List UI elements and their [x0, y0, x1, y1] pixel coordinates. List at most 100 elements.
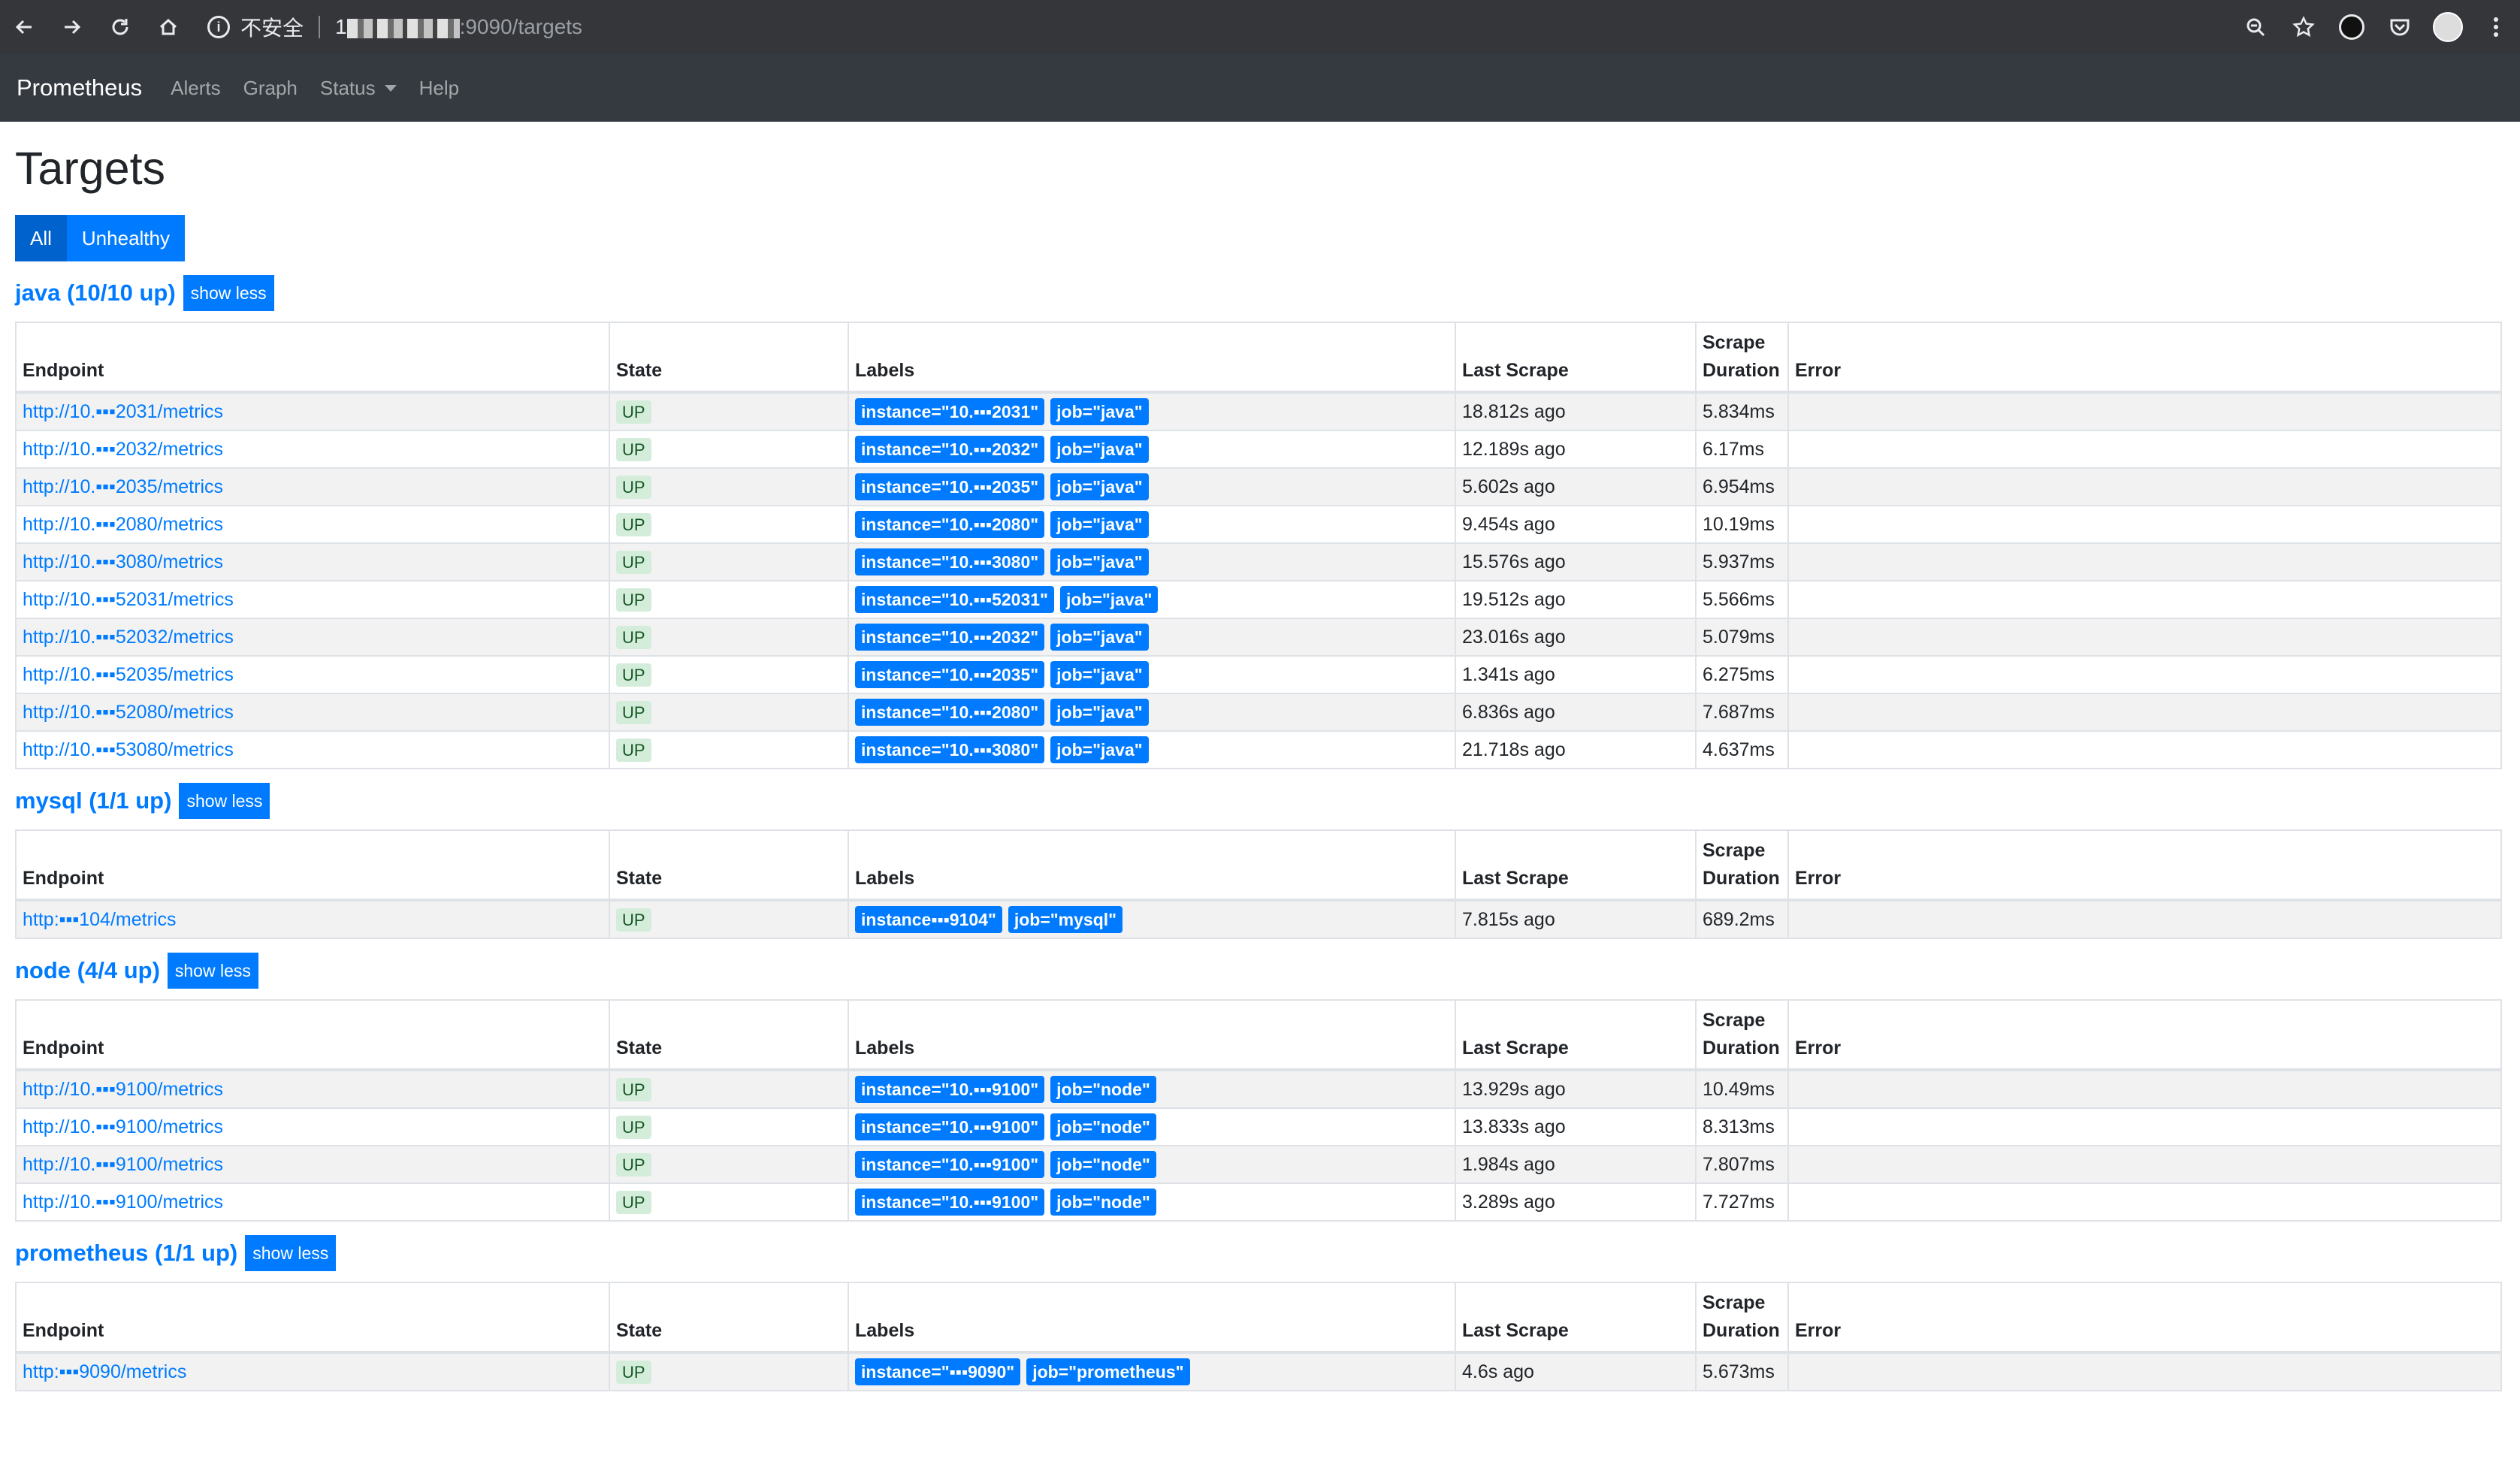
instance-label: instance="10.▪︎▪︎▪︎9100" — [855, 1189, 1045, 1216]
state-badge: UP — [616, 908, 651, 932]
pocket-icon[interactable] — [2376, 0, 2424, 54]
endpoint-link[interactable]: http://10.▪︎▪︎▪︎3080/metrics — [23, 551, 223, 572]
reload-icon[interactable] — [96, 0, 144, 54]
zoom-icon[interactable] — [2231, 0, 2280, 54]
state-cell: UP — [609, 655, 849, 694]
job-label: job="prometheus" — [1026, 1358, 1190, 1385]
labels-cell: instance="10.▪︎▪︎▪︎2035" job="java" — [848, 655, 1456, 694]
job-header: java (10/10 up) show less — [15, 275, 2505, 311]
endpoint-link[interactable]: http://10.▪︎▪︎▪︎9100/metrics — [23, 1079, 223, 1100]
nav-help[interactable]: Help — [419, 77, 459, 100]
endpoint-cell: http://10.▪︎▪︎▪︎9100/metrics — [15, 1145, 610, 1184]
job-label: job="java" — [1050, 624, 1149, 651]
table-row: http:▪︎▪︎▪︎104/metrics UP instance▪︎▪︎▪︎91… — [15, 899, 2502, 939]
show-less-button[interactable]: show less — [183, 275, 274, 311]
show-less-button[interactable]: show less — [245, 1235, 337, 1271]
last-scrape-cell: 21.718s ago — [1455, 730, 1697, 769]
endpoint-link[interactable]: http:▪︎▪︎▪︎104/metrics — [23, 909, 176, 930]
brand-link[interactable]: Prometheus — [17, 74, 142, 101]
last-scrape-cell: 6.836s ago — [1455, 693, 1697, 732]
last-scrape-cell: 7.815s ago — [1455, 899, 1697, 939]
labels-cell: instance="10.▪︎▪︎▪︎52031" job="java" — [848, 580, 1456, 619]
col-last-scrape: Last Scrape — [1455, 829, 1697, 902]
bookmark-star-icon[interactable] — [2280, 0, 2328, 54]
endpoint-link[interactable]: http://10.▪︎▪︎▪︎2080/metrics — [23, 514, 223, 535]
chevron-down-icon — [384, 84, 397, 92]
scrape-duration-cell: 4.637ms — [1695, 730, 1789, 769]
state-cell: UP — [609, 580, 849, 619]
job-title-link[interactable]: prometheus (1/1 up) — [15, 1240, 237, 1267]
endpoint-link[interactable]: http://10.▪︎▪︎▪︎53080/metrics — [23, 739, 234, 760]
endpoint-link[interactable]: http://10.▪︎▪︎▪︎52035/metrics — [23, 664, 234, 685]
address-divider — [319, 16, 321, 38]
state-badge: UP — [616, 1190, 651, 1214]
endpoint-link[interactable]: http://10.▪︎▪︎▪︎2032/metrics — [23, 439, 223, 460]
job-title-link[interactable]: node (4/4 up) — [15, 957, 160, 984]
endpoint-link[interactable]: http:▪︎▪︎▪︎9090/metrics — [23, 1361, 186, 1382]
state-badge: UP — [616, 400, 651, 424]
browser-toolbar: i 不安全 1:9090/targets — [0, 0, 2520, 54]
back-icon[interactable] — [0, 0, 48, 54]
nav-graph[interactable]: Graph — [243, 77, 298, 100]
job-title-link[interactable]: java (10/10 up) — [15, 279, 176, 307]
filter-unhealthy-button[interactable]: Unhealthy — [66, 215, 185, 261]
last-scrape-cell: 18.812s ago — [1455, 391, 1697, 431]
extension-icon[interactable] — [2328, 0, 2376, 54]
job-title-link[interactable]: mysql (1/1 up) — [15, 787, 171, 814]
table-header-row: Endpoint State Labels Last Scrape Scrape Dur… — [15, 999, 2502, 1071]
address-bar[interactable]: i 不安全 1:9090/targets — [207, 12, 582, 42]
endpoint-cell: http://10.▪︎▪︎▪︎3080/metrics — [15, 542, 610, 581]
table-header-row: Endpoint State Labels Last Scrape Scrape Dur… — [15, 829, 2502, 902]
table-row: http://10.▪︎▪︎▪︎52035/metrics UP instance=… — [15, 655, 2502, 694]
show-less-button[interactable]: show less — [179, 783, 270, 819]
state-cell: UP — [609, 730, 849, 769]
nav-status[interactable]: Status — [320, 77, 397, 100]
last-scrape-cell: 13.929s ago — [1455, 1069, 1697, 1109]
col-error: Error — [1787, 829, 2502, 902]
error-cell — [1787, 430, 2502, 469]
state-cell: UP — [609, 467, 849, 506]
job-label: job="mysql" — [1008, 906, 1123, 933]
scrape-duration-cell: 10.49ms — [1695, 1069, 1789, 1109]
job-label: job="java" — [1050, 699, 1149, 726]
forward-icon[interactable] — [48, 0, 96, 54]
info-icon[interactable]: i — [207, 16, 230, 38]
col-error: Error — [1787, 322, 2502, 394]
table-row: http://10.▪︎▪︎▪︎2032/metrics UP instance="… — [15, 430, 2502, 469]
table-row: http://10.▪︎▪︎▪︎9100/metrics UP instance="… — [15, 1107, 2502, 1146]
labels-cell: instance="10.▪︎▪︎▪︎3080" job="java" — [848, 542, 1456, 581]
col-scrape-duration: Scrape Duration — [1695, 1282, 1789, 1354]
table-row: http://10.▪︎▪︎▪︎2031/metrics UP instance="… — [15, 391, 2502, 431]
labels-cell: instance="▪︎▪︎▪︎9090" job="prometheus" — [848, 1352, 1456, 1391]
table-header-row: Endpoint State Labels Last Scrape Scrape Dur… — [15, 322, 2502, 394]
show-less-button[interactable]: show less — [167, 953, 258, 989]
state-badge: UP — [616, 437, 651, 461]
state-badge: UP — [616, 588, 651, 612]
col-endpoint: Endpoint — [15, 999, 610, 1071]
endpoint-link[interactable]: http://10.▪︎▪︎▪︎52080/metrics — [23, 702, 234, 723]
error-cell — [1787, 655, 2502, 694]
filter-all-button[interactable]: All — [15, 215, 67, 261]
instance-label: instance="▪︎▪︎▪︎9090" — [855, 1358, 1021, 1385]
endpoint-link[interactable]: http://10.▪︎▪︎▪︎52032/metrics — [23, 627, 234, 648]
labels-cell: instance="10.▪︎▪︎▪︎2031" job="java" — [848, 391, 1456, 431]
endpoint-link[interactable]: http://10.▪︎▪︎▪︎9100/metrics — [23, 1154, 223, 1175]
endpoint-link[interactable]: http://10.▪︎▪︎▪︎2031/metrics — [23, 401, 223, 422]
nav-alerts[interactable]: Alerts — [171, 77, 220, 100]
state-cell: UP — [609, 505, 849, 544]
error-cell — [1787, 505, 2502, 544]
last-scrape-cell: 1.341s ago — [1455, 655, 1697, 694]
home-icon[interactable] — [144, 0, 192, 54]
endpoint-link[interactable]: http://10.▪︎▪︎▪︎52031/metrics — [23, 589, 234, 610]
endpoint-link[interactable]: http://10.▪︎▪︎▪︎9100/metrics — [23, 1116, 223, 1137]
endpoint-link[interactable]: http://10.▪︎▪︎▪︎2035/metrics — [23, 476, 223, 497]
endpoint-cell: http://10.▪︎▪︎▪︎2035/metrics — [15, 467, 610, 506]
labels-cell: instance="10.▪︎▪︎▪︎9100" job="node" — [848, 1183, 1456, 1222]
profile-avatar[interactable] — [2424, 0, 2472, 54]
error-cell — [1787, 391, 2502, 431]
endpoint-link[interactable]: http://10.▪︎▪︎▪︎9100/metrics — [23, 1192, 223, 1213]
state-cell: UP — [609, 693, 849, 732]
menu-kebab-icon[interactable] — [2472, 0, 2520, 54]
state-badge: UP — [616, 700, 651, 724]
col-state: State — [609, 999, 849, 1071]
